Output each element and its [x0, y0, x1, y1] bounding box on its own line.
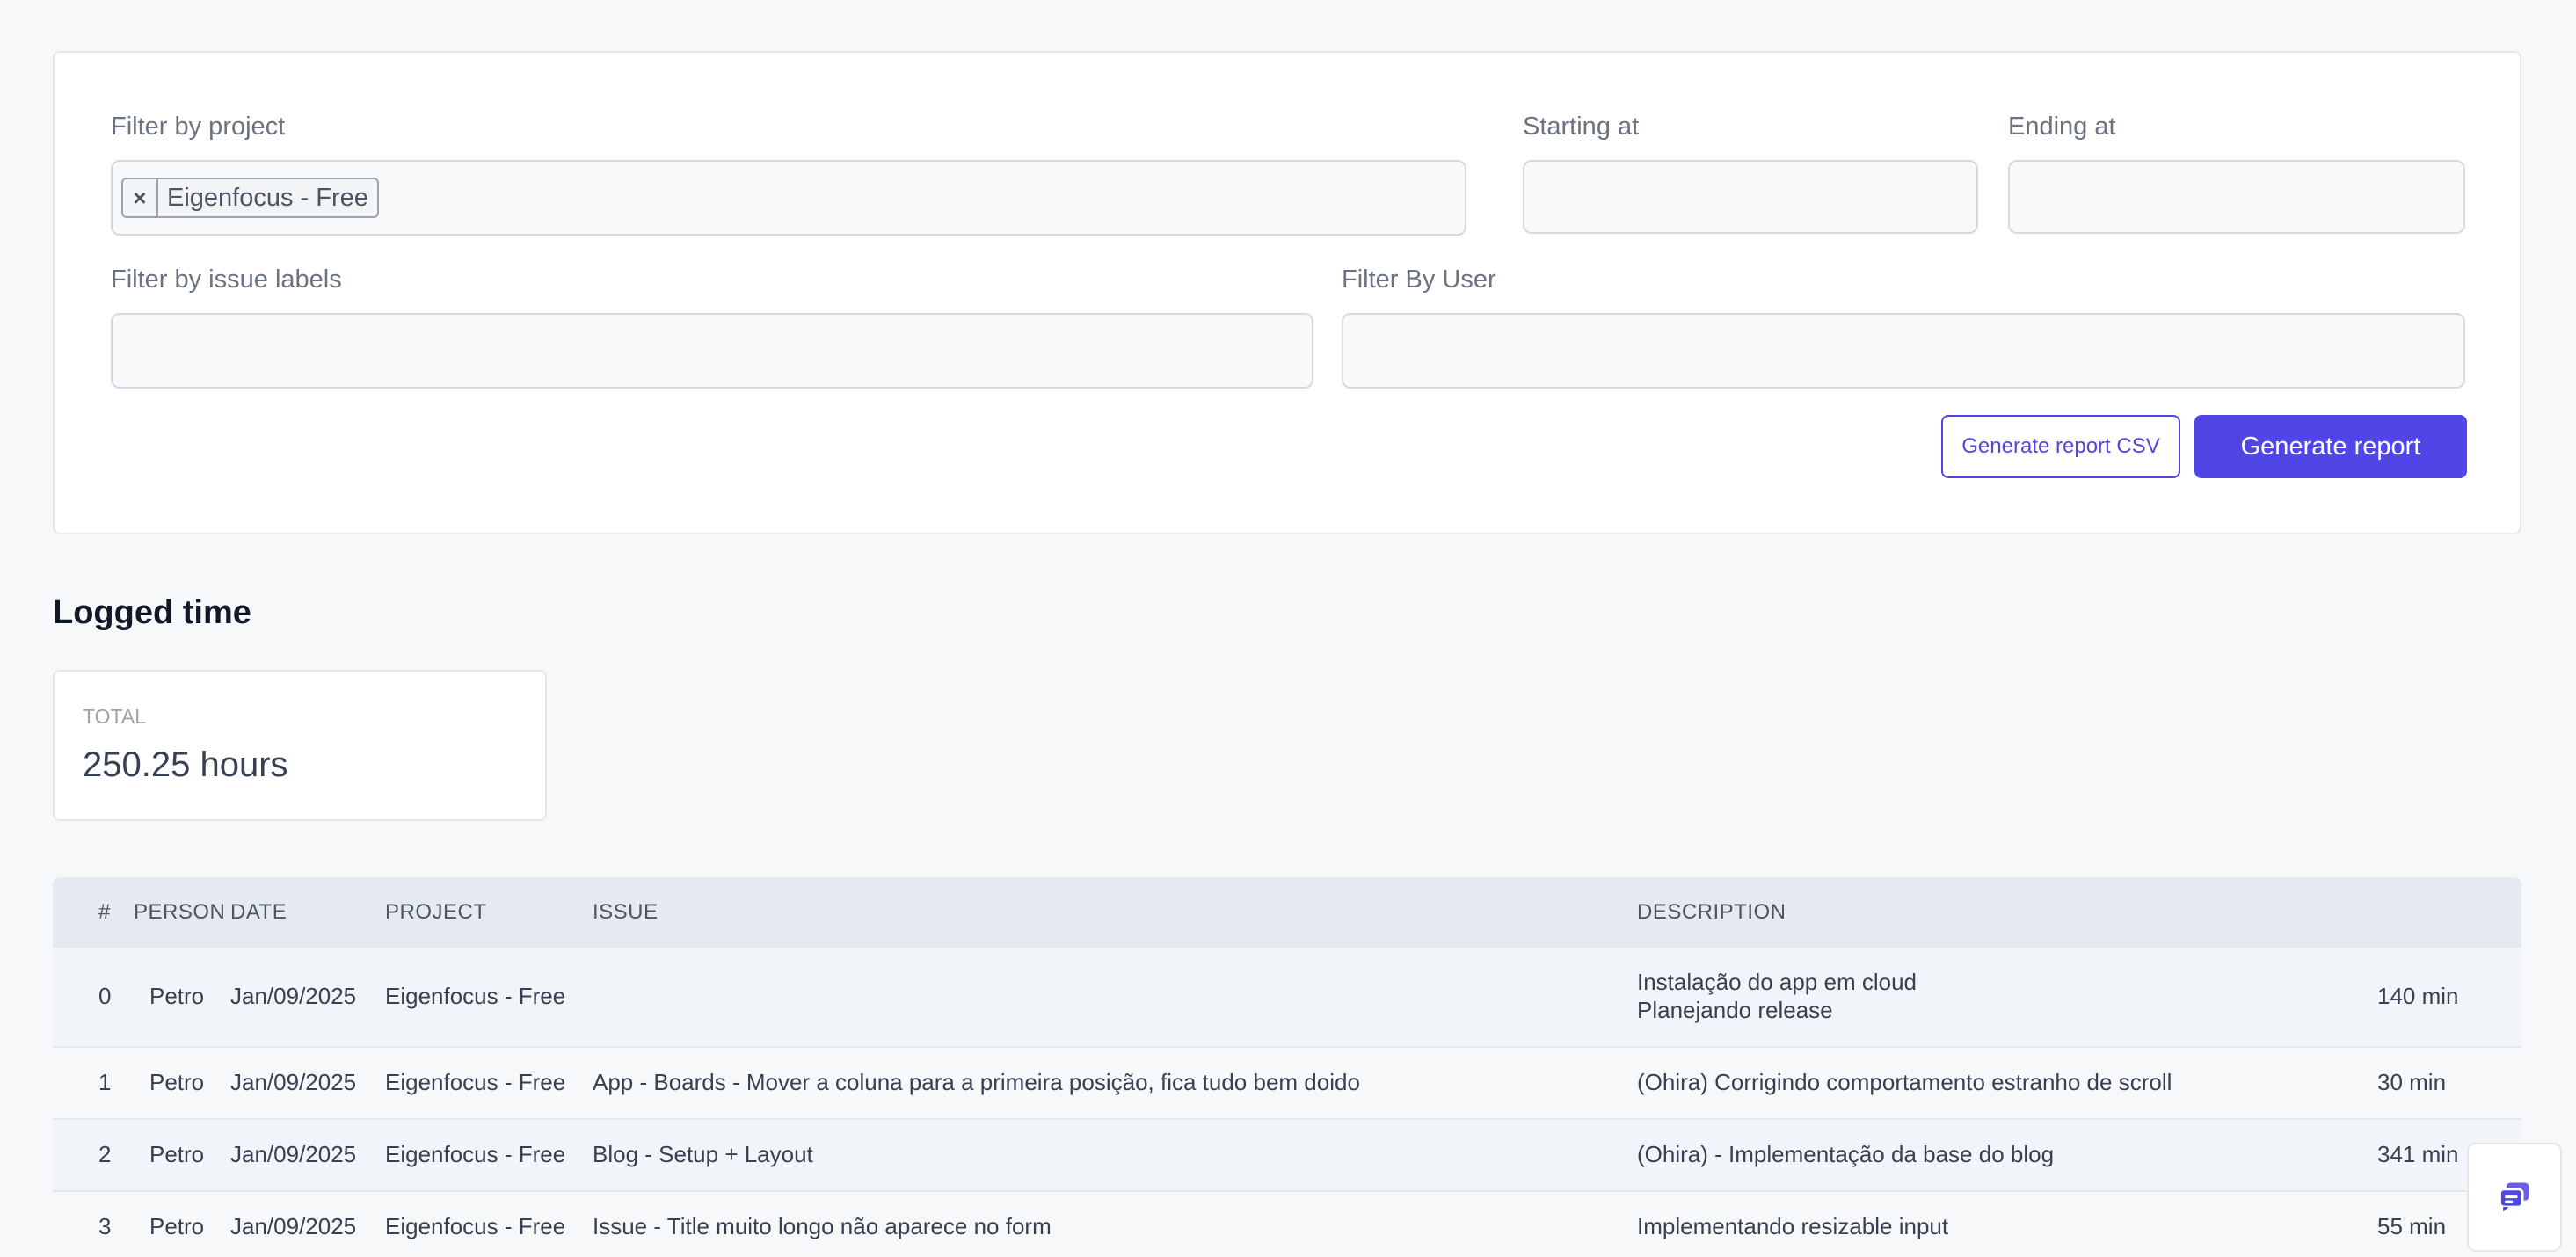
total-value: 250.25 hours	[83, 745, 288, 784]
row-description: (Ohira) Corrigindo comportamento estranh…	[1637, 1069, 2172, 1095]
row-person: Petro	[149, 1069, 205, 1095]
row-project: Eigenfocus - Free	[385, 1141, 566, 1167]
table-row: 3 Petro Jan/09/2025 Eigenfocus - Free Is…	[53, 1192, 2521, 1257]
row-project: Eigenfocus - Free	[385, 983, 566, 1009]
chat-bubbles-icon	[2499, 1182, 2529, 1212]
chat-button[interactable]	[2467, 1143, 2562, 1252]
row-person: Petro	[149, 1141, 205, 1167]
row-number: 1	[98, 1069, 112, 1095]
header-description: DESCRIPTION	[1637, 900, 1786, 924]
table-row: 0 Petro Jan/09/2025 Eigenfocus - Free In…	[53, 948, 2521, 1048]
row-number: 0	[98, 983, 112, 1009]
row-number: 2	[98, 1141, 112, 1167]
row-date: Jan/09/2025	[230, 1213, 357, 1239]
header-issue: ISSUE	[593, 900, 659, 924]
row-issue: Issue - Title muito longo não aparece no…	[593, 1213, 1052, 1239]
generate-csv-button[interactable]: Generate report CSV	[1941, 415, 2180, 478]
row-duration: 140 min	[2377, 983, 2459, 1009]
row-project: Eigenfocus - Free	[385, 1069, 566, 1095]
row-description-line-2: Planejando release	[1637, 997, 1833, 1023]
row-description: Implementando resizable input	[1637, 1213, 1949, 1239]
total-label: TOTAL	[83, 705, 146, 728]
row-duration: 30 min	[2377, 1069, 2447, 1095]
starting-at-label: Starting at	[1523, 113, 1640, 141]
row-date: Jan/09/2025	[230, 1141, 357, 1167]
logged-time-title: Logged time	[53, 594, 251, 631]
project-chip-label: Eigenfocus - Free	[167, 183, 368, 212]
user-filter-input[interactable]	[1342, 313, 2465, 389]
project-filter-input[interactable]: × Eigenfocus - Free	[111, 160, 1466, 236]
filter-card: Filter by project × Eigenfocus - Free St…	[53, 51, 2521, 534]
table-row: 2 Petro Jan/09/2025 Eigenfocus - Free Bl…	[53, 1120, 2521, 1192]
row-duration: 341 min	[2377, 1141, 2459, 1167]
row-description: (Ohira) - Implementação da base do blog	[1637, 1141, 2055, 1167]
filter-project-label: Filter by project	[111, 113, 286, 141]
filter-labels-label: Filter by issue labels	[111, 265, 342, 294]
logged-time-table: # PERSON DATE PROJECT ISSUE DESCRIPTION …	[53, 877, 2521, 1257]
row-issue: Blog - Setup + Layout	[593, 1141, 813, 1167]
total-card: TOTAL 250.25 hours	[53, 670, 547, 821]
starting-at-input[interactable]	[1523, 160, 1978, 234]
header-number: #	[98, 900, 111, 924]
header-date: DATE	[230, 900, 287, 924]
row-project: Eigenfocus - Free	[385, 1213, 566, 1239]
table-row: 1 Petro Jan/09/2025 Eigenfocus - Free Ap…	[53, 1048, 2521, 1120]
row-issue: App - Boards - Mover a coluna para a pri…	[593, 1069, 1360, 1095]
header-project: PROJECT	[385, 900, 487, 924]
row-number: 3	[98, 1213, 112, 1239]
row-date: Jan/09/2025	[230, 983, 357, 1009]
row-person: Petro	[149, 983, 205, 1009]
filter-user-label: Filter By User	[1342, 265, 1496, 294]
row-duration: 55 min	[2377, 1213, 2447, 1239]
ending-at-input[interactable]	[2008, 160, 2465, 234]
row-description: Instalação do app em cloud	[1637, 969, 1917, 995]
project-chip: × Eigenfocus - Free	[121, 178, 379, 218]
issue-labels-input[interactable]	[111, 313, 1313, 389]
row-person: Petro	[149, 1213, 205, 1239]
chip-remove-icon[interactable]: ×	[123, 179, 158, 216]
row-date: Jan/09/2025	[230, 1069, 357, 1095]
generate-report-button[interactable]: Generate report	[2194, 415, 2467, 478]
table-header: # PERSON DATE PROJECT ISSUE DESCRIPTION	[53, 877, 2521, 948]
ending-at-label: Ending at	[2008, 113, 2116, 141]
header-person: PERSON	[134, 900, 226, 924]
